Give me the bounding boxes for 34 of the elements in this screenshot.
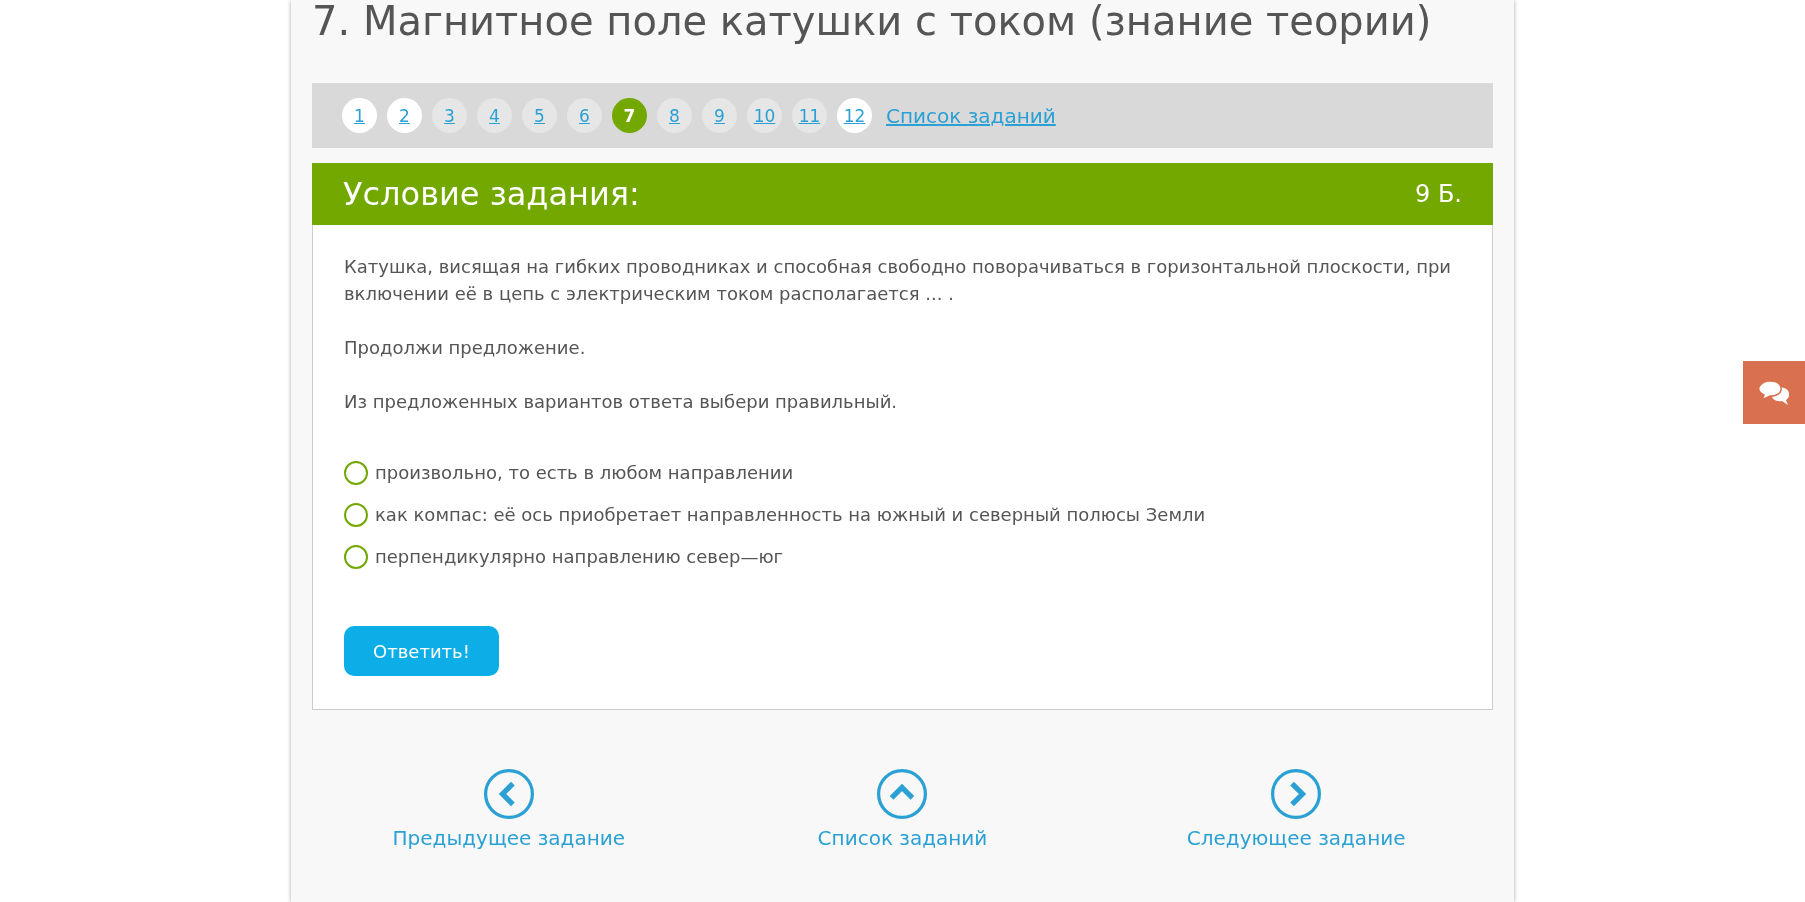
chevron-right-icon[interactable] xyxy=(1270,768,1323,820)
page-number[interactable]: 4 xyxy=(477,98,512,133)
task-list-link[interactable]: Список заданий xyxy=(886,103,1056,128)
chevron-left-icon[interactable] xyxy=(482,768,535,820)
page-number[interactable]: 8 xyxy=(657,98,692,133)
submit-button[interactable]: Ответить! xyxy=(344,626,499,676)
task-heading: Условие задания: xyxy=(343,175,640,213)
nav-link[interactable]: Список заданий xyxy=(817,826,988,850)
task-text: Продолжи предложение. xyxy=(344,336,587,360)
radio-button[interactable] xyxy=(344,502,368,527)
page-number[interactable]: 9 xyxy=(702,98,737,133)
task-text: Из предложенных вариантов ответа выбери правильный. xyxy=(344,390,899,414)
radio-button[interactable] xyxy=(344,544,368,569)
page-number[interactable]: 3 xyxy=(432,98,467,133)
chevron-up-icon[interactable] xyxy=(876,768,929,820)
nav-link[interactable]: Следующее задание xyxy=(1186,826,1406,850)
answer-option[interactable]: как компас: её ось приобретает направленность на южный и северный полюсы Земли xyxy=(375,501,1206,528)
page-number[interactable]: 6 xyxy=(567,98,602,133)
task-text: Катушка, висящая на гибких проводниках и способная свободно поворачиваться в горизонтальной плоскости, при включении её в цепь с электрическим током располагается ... . xyxy=(344,255,1453,306)
page-number[interactable]: 2 xyxy=(387,98,422,133)
chat-bubbles-icon xyxy=(1758,379,1790,406)
answer-option[interactable]: перпендикулярно направлению север—юг xyxy=(375,543,784,570)
nav-link[interactable]: Предыдущее задание xyxy=(392,826,626,850)
radio-button[interactable] xyxy=(344,460,368,485)
page-number[interactable]: 1 xyxy=(342,98,377,133)
chat-button[interactable] xyxy=(1743,361,1805,424)
page-number[interactable]: 12 xyxy=(837,98,872,133)
page-number[interactable]: 5 xyxy=(522,98,557,133)
task-points: 9 Б. xyxy=(1415,180,1462,208)
page-title: 7. Магнитное поле катушки с током (знание теории) xyxy=(312,0,1433,46)
page-number[interactable]: 10 xyxy=(747,98,782,133)
page-number[interactable]: 11 xyxy=(792,98,827,133)
answer-option[interactable]: произвольно, то есть в любом направлении xyxy=(375,459,794,486)
page-number[interactable]: 7 xyxy=(612,98,647,133)
